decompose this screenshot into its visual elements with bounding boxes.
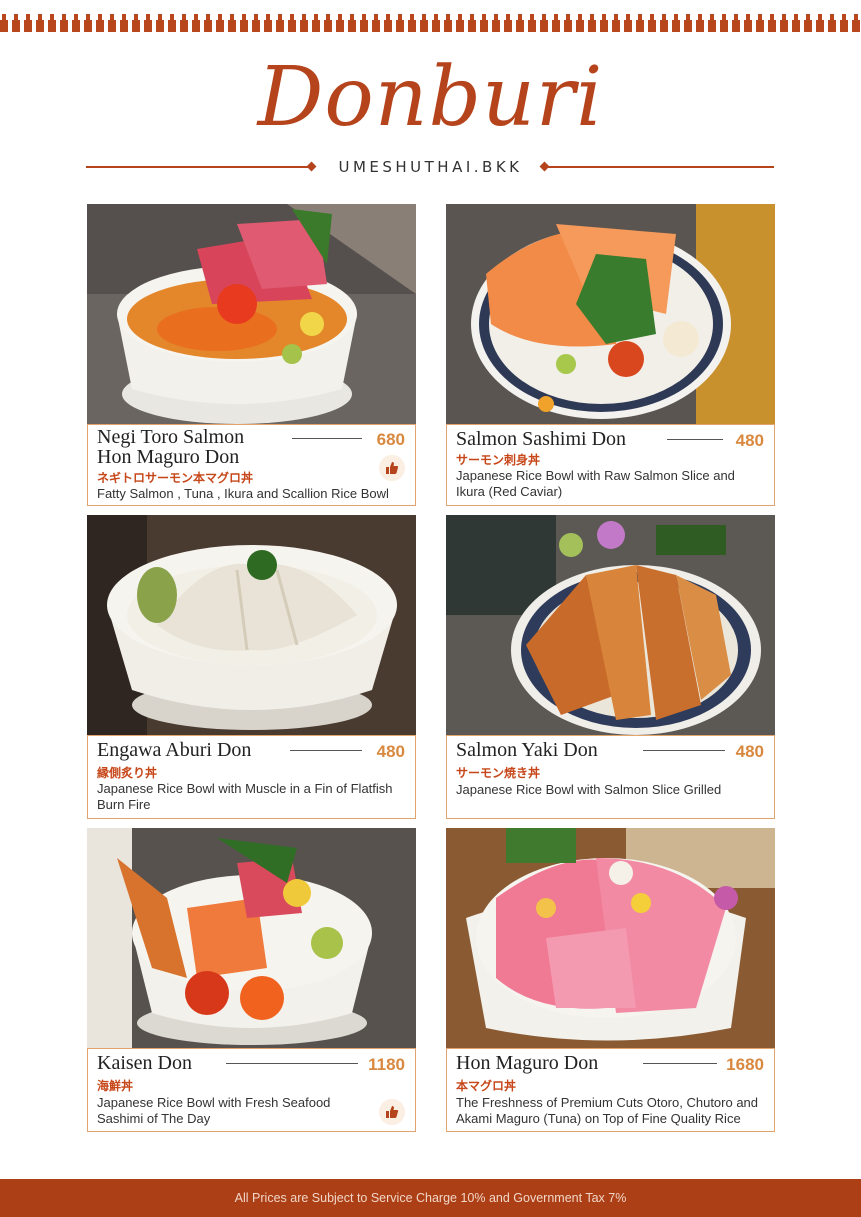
item-price: 1680 [726,1055,764,1074]
price-leader [643,750,725,751]
price-leader [226,1063,358,1064]
item-info: Engawa Aburi Don 480 縁側炙り丼 Japanese Rice… [87,735,416,819]
item-japanese-name: 本マグロ丼 [456,1079,517,1093]
item-japanese-name: 海鮮丼 [97,1079,134,1093]
item-price: 480 [735,431,764,450]
item-name: Engawa Aburi Don [97,739,252,761]
item-name: Negi Toro Salmon Hon Maguro Don [97,426,245,468]
menu-item-salmon-sashimi-don[interactable]: Salmon Sashimi Don 480 サーモン刺身丼 Japanese … [446,204,775,506]
item-description: Japanese Rice Bowl with Fresh Seafood Sa… [97,1095,331,1126]
divider-right [548,166,774,168]
menu-item-salmon-yaki-don[interactable]: Salmon Yaki Don 480 サーモン焼き丼 Japanese Ric… [446,515,775,819]
price-leader [292,438,362,439]
food-photo [87,828,416,1048]
food-photo [446,828,775,1048]
item-japanese-name: 縁側炙り丼 [97,766,158,780]
decorative-top-border [0,0,861,34]
item-info: Negi Toro Salmon Hon Maguro Don 680 ネギトロ… [87,424,416,506]
price-leader [643,1063,717,1064]
footer-price-note: All Prices are Subject to Service Charge… [0,1179,861,1217]
thumbs-up-badge-icon [379,1099,405,1125]
item-price: 1180 [368,1055,405,1074]
menu-item-kaisen-don[interactable]: Kaisen Don 1180 海鮮丼 Japanese Rice Bowl w… [87,828,416,1132]
item-name: Kaisen Don [97,1052,192,1074]
page-title: Donburi [257,50,604,145]
food-photo [87,204,416,424]
menu-item-negi-toro-salmon[interactable]: Negi Toro Salmon Hon Maguro Don 680 ネギトロ… [87,204,416,506]
item-name: Hon Maguro Don [456,1052,599,1074]
item-price: 480 [735,742,764,761]
food-photo [446,515,775,735]
item-description: Fatty Salmon , Tuna , Ikura and Scallion… [97,486,389,501]
price-leader [290,750,362,751]
item-description: Japanese Rice Bowl with Raw Salmon Slice… [456,468,735,499]
thumbs-up-badge-icon [379,455,405,481]
item-info: Salmon Yaki Don 480 サーモン焼き丼 Japanese Ric… [446,735,775,819]
item-description: Japanese Rice Bowl with Muscle in a Fin … [97,781,393,812]
food-photo [87,515,416,735]
item-price: 680 [376,430,405,449]
item-info: Salmon Sashimi Don 480 サーモン刺身丼 Japanese … [446,424,775,506]
item-info: Hon Maguro Don 1680 本マグロ丼 The Freshness … [446,1048,775,1132]
food-photo [446,204,775,424]
item-name: Salmon Yaki Don [456,739,598,761]
item-japanese-name: サーモン焼き丼 [456,766,541,780]
item-name: Salmon Sashimi Don [456,428,627,450]
item-japanese-name: ネギトロサーモン本マグロ丼 [97,471,254,485]
menu-item-hon-maguro-don[interactable]: Hon Maguro Don 1680 本マグロ丼 The Freshness … [446,828,775,1132]
item-price: 480 [376,742,405,761]
item-japanese-name: サーモン刺身丼 [456,453,541,467]
menu-item-engawa-aburi-don[interactable]: Engawa Aburi Don 480 縁側炙り丼 Japanese Rice… [87,515,416,819]
item-description: The Freshness of Premium Cuts Otoro, Chu… [456,1095,759,1126]
item-info: Kaisen Don 1180 海鮮丼 Japanese Rice Bowl w… [87,1048,416,1132]
price-leader [667,439,723,440]
item-description: Japanese Rice Bowl with Salmon Slice Gri… [456,782,722,797]
